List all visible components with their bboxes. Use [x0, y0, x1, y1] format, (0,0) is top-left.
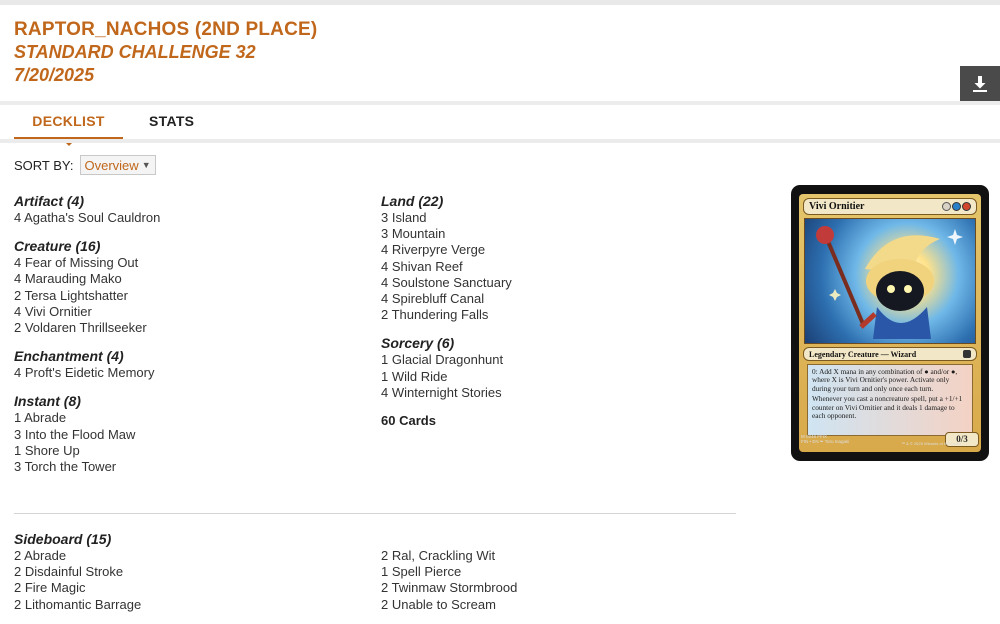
card-group-enchantment: Enchantment (4) 4 Proft's Eidetic Memory — [14, 348, 354, 381]
card-entry[interactable]: 2 Fire Magic — [14, 580, 354, 596]
group-title: Creature (16) — [14, 238, 101, 255]
card-rules-box: 0: Add X mana in any combination of ● an… — [807, 364, 973, 436]
card-entry[interactable]: 4 Marauding Mako — [14, 271, 354, 287]
tab-decklist-label: DECKLIST — [32, 113, 105, 129]
card-type-line: Legendary Creature — Wizard — [809, 349, 917, 359]
tab-decklist[interactable]: DECKLIST — [14, 106, 123, 146]
card-entry[interactable]: 2 Disdainful Stroke — [14, 564, 354, 580]
card-entry[interactable]: 4 Proft's Eidetic Memory — [14, 365, 354, 381]
card-entry[interactable]: 2 Ral, Crackling Wit — [381, 548, 721, 564]
card-artist-info: FIN • EN ✒ Toru Inagaki — [801, 439, 850, 444]
deck-header: RAPTOR_NACHOS (2ND PLACE) STANDARD CHALL… — [14, 18, 317, 87]
card-entry[interactable]: 2 Unable to Scream — [381, 597, 721, 613]
card-entry[interactable]: 4 Vivi Ornitier — [14, 304, 354, 320]
tab-stats[interactable]: STATS — [149, 106, 194, 140]
deck-title: RAPTOR_NACHOS (2ND PLACE) — [14, 19, 318, 40]
chevron-down-icon: ▼ — [141, 160, 151, 170]
group-title: Instant (8) — [14, 393, 81, 410]
card-entry[interactable]: 2 Tersa Lightshatter — [14, 288, 354, 304]
card-art-image — [804, 218, 976, 344]
header-divider — [0, 101, 1000, 105]
group-title: Sorcery (6) — [381, 335, 455, 352]
card-entry[interactable]: 1 Glacial Dragonhunt — [381, 352, 721, 368]
card-name: Vivi Ornitier — [809, 201, 865, 212]
card-entry[interactable]: 1 Abrade — [14, 410, 354, 426]
top-strip — [0, 0, 1000, 5]
card-entry[interactable]: 3 Island — [381, 210, 721, 226]
sideboard-divider — [14, 513, 736, 514]
card-entry[interactable]: 4 Spirebluff Canal — [381, 291, 721, 307]
deck-date: 7/20/2025 — [14, 65, 95, 85]
tab-bar: DECKLIST STATS — [14, 106, 194, 146]
card-group-sorcery: Sorcery (6) 1 Glacial Dragonhunt 1 Wild … — [381, 335, 721, 401]
group-title: Artifact (4) — [14, 193, 85, 209]
group-title: Enchantment (4) — [14, 348, 124, 365]
sort-selected-value: Overview — [84, 157, 139, 173]
vivi-art-icon — [816, 226, 963, 339]
card-preview: Vivi Ornitier Legendary Creature — Wizar — [791, 185, 989, 461]
group-title: Land (22) — [381, 193, 444, 209]
tab-stats-label: STATS — [149, 113, 195, 129]
card-entry[interactable]: 2 Voldaren Thrillseeker — [14, 320, 354, 336]
card-type-bar: Legendary Creature — Wizard — [803, 347, 977, 361]
card-entry[interactable]: 1 Spell Pierce — [381, 564, 721, 580]
sort-select[interactable]: Overview ▼ — [79, 155, 156, 175]
download-button[interactable] — [960, 66, 1000, 101]
card-entry[interactable]: 3 Into the Flood Maw — [14, 427, 354, 443]
card-name-bar: Vivi Ornitier — [803, 198, 977, 215]
set-symbol-icon — [963, 350, 971, 358]
card-entry[interactable]: 1 Shore Up — [14, 443, 354, 459]
card-entry[interactable]: 4 Winternight Stories — [381, 385, 721, 401]
card-entry[interactable]: 3 Mountain — [381, 226, 721, 242]
card-group-land: Land (22) 3 Island 3 Mountain 4 Riverpyr… — [381, 193, 721, 323]
card-entry[interactable]: 2 Lithomantic Barrage — [14, 597, 354, 613]
sideboard-title: Sideboard (15) — [14, 531, 112, 547]
card-entry[interactable]: 2 Thundering Falls — [381, 307, 721, 323]
card-entry[interactable]: 4 Soulstone Sanctuary — [381, 275, 721, 291]
deck-event: STANDARD CHALLENGE 32 — [14, 42, 256, 62]
mainboard-right-column: Land (22) 3 Island 3 Mountain 4 Riverpyr… — [381, 193, 721, 429]
card-group-instant: Instant (8) 1 Abrade 3 Into the Flood Ma… — [14, 393, 354, 475]
deck-total: 60 Cards — [381, 413, 436, 429]
card-entry[interactable]: 2 Twinmaw Stormbrood — [381, 580, 721, 596]
sort-row: SORT BY: Overview ▼ — [14, 155, 156, 175]
sideboard-right-column: 2 Ral, Crackling Wit 1 Spell Pierce 2 Tw… — [381, 548, 721, 613]
card-rules-text: Whenever you cast a noncreature spell, p… — [812, 394, 963, 421]
card-entry[interactable]: 1 Wild Ride — [381, 369, 721, 385]
card-copyright: ™ & © 2025 Wizards of the Coast — [901, 441, 962, 446]
card-entry[interactable]: 4 Shivan Reef — [381, 259, 721, 275]
card-group-artifact: Artifact (4) 4 Agatha's Soul Cauldron — [14, 193, 354, 226]
sort-label: SORT BY: — [14, 157, 74, 173]
card-entry[interactable]: 4 Agatha's Soul Cauldron — [14, 210, 354, 226]
card-group-creature: Creature (16) 4 Fear of Missing Out 4 Ma… — [14, 238, 354, 336]
mainboard-left-column: Artifact (4) 4 Agatha's Soul Cauldron Cr… — [14, 193, 354, 487]
card-entry[interactable]: 4 Fear of Missing Out — [14, 255, 354, 271]
card-rules-text: 0: Add X mana in any combination of ● an… — [812, 367, 958, 393]
mana-blue-icon — [952, 202, 961, 211]
card-entry[interactable]: 2 Abrade — [14, 548, 354, 564]
card-footer: M 0248 FFIX FIN • EN ✒ Toru Inagaki — [801, 434, 849, 444]
mana-generic-icon — [942, 202, 951, 211]
mana-red-icon — [962, 202, 971, 211]
card-entry[interactable]: 3 Torch the Tower — [14, 459, 354, 475]
download-icon — [973, 75, 987, 92]
sideboard-left-column: Sideboard (15) 2 Abrade 2 Disdainful Str… — [14, 531, 354, 613]
card-entry[interactable]: 4 Riverpyre Verge — [381, 242, 721, 258]
tabs-divider — [0, 139, 1000, 143]
card-face: Vivi Ornitier Legendary Creature — Wizar — [799, 194, 981, 452]
